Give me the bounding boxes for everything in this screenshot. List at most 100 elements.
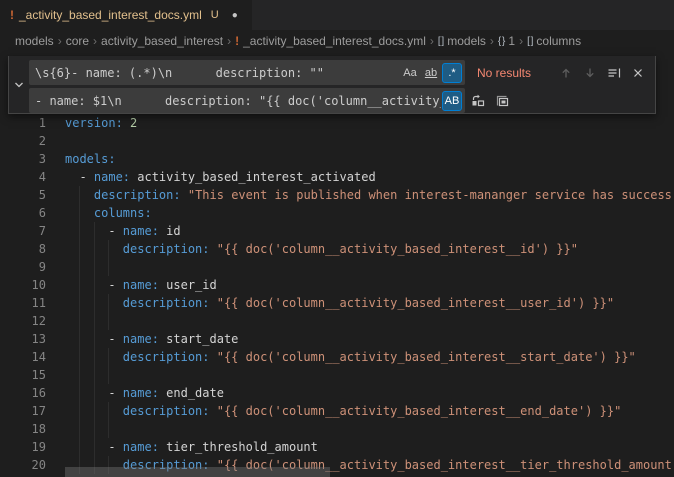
code-line-8[interactable]: description: "{{ doc('column__activity_b…	[65, 240, 674, 258]
code-line-14[interactable]: description: "{{ doc('column__activity_b…	[65, 348, 674, 366]
replace-row: - name: $1\n description: "{{ doc('colum…	[29, 88, 649, 113]
breadcrumb-item-1[interactable]: { }1	[498, 34, 515, 48]
code-line-4[interactable]: - name: activity_based_interest_activate…	[65, 168, 674, 186]
indent-guide	[94, 222, 95, 240]
line-number: 2	[0, 132, 46, 150]
previous-match-button[interactable]	[555, 62, 577, 84]
replace-button[interactable]	[467, 90, 489, 112]
indent-guide	[79, 384, 80, 402]
code-line-7[interactable]: - name: id	[65, 222, 674, 240]
code-line-17[interactable]: description: "{{ doc('column__activity_b…	[65, 402, 674, 420]
line-number: 7	[0, 222, 46, 240]
line-number: 1	[0, 114, 46, 132]
find-in-selection-button[interactable]	[603, 62, 625, 84]
code-line-2[interactable]	[65, 132, 674, 150]
arrow-up-icon	[558, 65, 574, 81]
line-number: 4	[0, 168, 46, 186]
breadcrumb-item-models[interactable]: models	[15, 34, 54, 48]
indent-guide	[94, 240, 95, 258]
code-line-1[interactable]: version: 2	[65, 114, 674, 132]
tab-title: _activity_based_interest_docs.yml	[19, 8, 202, 22]
indent-guide	[108, 420, 109, 438]
replace-all-icon	[494, 93, 510, 109]
line-number: 13	[0, 330, 46, 348]
unsaved-changes-dot[interactable]: ●	[232, 10, 238, 21]
arrow-down-icon	[582, 65, 598, 81]
breadcrumb-item-core[interactable]: core	[66, 34, 89, 48]
breadcrumb-label: activity_based_interest	[101, 34, 223, 48]
code-line-15[interactable]	[65, 366, 674, 384]
code-line-19[interactable]: - name: tier_threshold_amount	[65, 438, 674, 456]
indent-guide	[94, 258, 95, 276]
replace-all-button[interactable]	[491, 90, 513, 112]
code-line-6[interactable]: columns:	[65, 204, 674, 222]
line-number: 19	[0, 438, 46, 456]
close-button[interactable]	[627, 62, 649, 84]
indent-guide	[94, 402, 95, 420]
chevron-down-icon	[11, 77, 27, 93]
indent-guide	[108, 258, 109, 276]
line-number: 17	[0, 402, 46, 420]
code-area[interactable]: version: 2 models: - name: activity_based…	[65, 114, 674, 474]
editor-tab[interactable]: ! _activity_based_interest_docs.yml U ●	[0, 0, 252, 30]
breadcrumb-item-_activity_based_interest_docsyml[interactable]: !_activity_based_interest_docs.yml	[235, 34, 426, 48]
find-input[interactable]: \s{6}- name: (.*)\n description: "" Aa a…	[29, 60, 465, 85]
indent-guide	[79, 240, 80, 258]
line-number: 6	[0, 204, 46, 222]
scrollbar-thumb[interactable]	[65, 467, 330, 477]
breadcrumb-separator: ›	[519, 34, 523, 48]
indent-guide	[94, 420, 95, 438]
code-line-11[interactable]: description: "{{ doc('column__activity_b…	[65, 294, 674, 312]
indent-guide	[79, 294, 80, 312]
indent-guide	[79, 438, 80, 456]
object-symbol-icon: { }	[498, 36, 504, 47]
indent-guide	[94, 438, 95, 456]
indent-guide	[79, 366, 80, 384]
find-in-selection-icon	[606, 65, 622, 81]
breadcrumb-item-columns[interactable]: [ ]columns	[527, 34, 581, 48]
code-line-9[interactable]	[65, 258, 674, 276]
code-line-18[interactable]	[65, 420, 674, 438]
breadcrumb-separator: ›	[490, 34, 494, 48]
array-symbol-icon: [ ]	[438, 36, 443, 47]
horizontal-scrollbar[interactable]	[0, 467, 674, 477]
line-number: 12	[0, 312, 46, 330]
toggle-replace-button[interactable]	[9, 56, 29, 113]
breadcrumb: models › core › activity_based_interest › !_ac…	[0, 30, 674, 52]
indent-guide	[94, 294, 95, 312]
indent-guide	[79, 420, 80, 438]
whole-word-button[interactable]: ab	[421, 63, 441, 83]
replace-input[interactable]: - name: $1\n description: "{{ doc('colum…	[29, 88, 465, 113]
line-number: 14	[0, 348, 46, 366]
code-line-10[interactable]: - name: user_id	[65, 276, 674, 294]
next-match-button[interactable]	[579, 62, 601, 84]
find-widget: \s{6}- name: (.*)\n description: "" Aa a…	[8, 56, 656, 114]
breadcrumb-separator: ›	[227, 34, 231, 48]
code-line-12[interactable]	[65, 312, 674, 330]
preserve-case-button[interactable]: AB	[442, 91, 462, 111]
indent-guide	[108, 240, 109, 258]
git-status-badge: U	[211, 9, 219, 21]
regex-button[interactable]: .*	[442, 63, 462, 83]
yaml-file-icon: !	[235, 34, 239, 48]
indent-guide	[79, 276, 80, 294]
breadcrumb-item-activity_based_interest[interactable]: activity_based_interest	[101, 34, 223, 48]
match-case-button[interactable]: Aa	[400, 63, 420, 83]
code-line-5[interactable]: description: "This event is published wh…	[65, 186, 674, 204]
indent-guide	[79, 222, 80, 240]
indent-guide	[94, 312, 95, 330]
editor[interactable]: 1234567891011121314151617181920 version:…	[0, 52, 674, 477]
line-number: 8	[0, 240, 46, 258]
code-line-16[interactable]: - name: end_date	[65, 384, 674, 402]
line-number: 18	[0, 420, 46, 438]
find-row: \s{6}- name: (.*)\n description: "" Aa a…	[29, 60, 649, 85]
indent-guide	[108, 294, 109, 312]
code-line-13[interactable]: - name: start_date	[65, 330, 674, 348]
indent-guide	[94, 276, 95, 294]
breadcrumb-item-models[interactable]: [ ]models	[438, 34, 486, 48]
indent-guide	[94, 348, 95, 366]
code-line-3[interactable]: models:	[65, 150, 674, 168]
vscode-window: ! _activity_based_interest_docs.yml U ● …	[0, 0, 674, 477]
indent-guide	[79, 348, 80, 366]
indent-guide	[94, 330, 95, 348]
